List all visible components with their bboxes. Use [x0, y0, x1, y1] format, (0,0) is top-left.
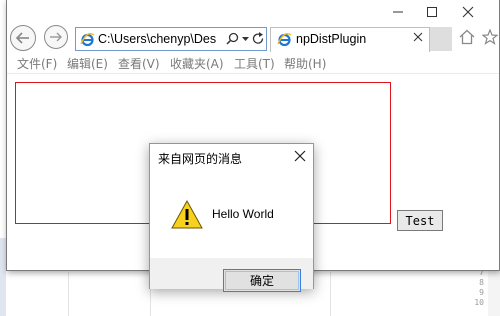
refresh-icon[interactable] [252, 32, 265, 46]
forward-arrow-icon [50, 32, 62, 42]
home-icon[interactable] [459, 29, 475, 45]
dialog-close-button[interactable] [292, 148, 308, 164]
forward-button[interactable] [44, 25, 68, 49]
ie-logo-icon [277, 32, 292, 47]
line-number: 9 [479, 288, 484, 297]
dialog-footer: 确定 [150, 258, 313, 292]
menu-file[interactable]: 文件(F) [17, 55, 57, 72]
menu-view[interactable]: 查看(V) [118, 55, 160, 72]
navigation-bar: C:\Users\chenyp\Des npDistPlugin [7, 24, 499, 52]
back-arrow-icon [15, 32, 29, 44]
warning-icon [171, 200, 203, 229]
test-button[interactable]: Test [397, 210, 443, 231]
ok-button[interactable]: 确定 [223, 269, 301, 292]
line-number: 8 [479, 278, 484, 287]
tab-close-button[interactable] [413, 31, 423, 46]
close-icon [462, 6, 474, 18]
minimize-icon [393, 11, 403, 13]
alert-dialog: 来自网页的消息 Hello World 确定 [149, 143, 314, 292]
minimize-button[interactable] [381, 0, 415, 24]
search-icon[interactable] [226, 32, 239, 46]
back-button[interactable] [10, 25, 36, 51]
new-tab-button[interactable] [430, 27, 452, 51]
dropdown-arrow-icon[interactable] [242, 37, 249, 42]
menu-tools[interactable]: 工具(T) [234, 55, 275, 72]
title-bar[interactable] [7, 0, 499, 24]
line-number: 10 [474, 298, 484, 307]
menu-bar: 文件(F) 编辑(E) 查看(V) 收藏夹(A) 工具(T) 帮助(H) [7, 53, 499, 73]
dialog-title: 来自网页的消息 [158, 152, 243, 166]
content-separator [7, 73, 499, 74]
browser-tab[interactable]: npDistPlugin [270, 27, 430, 52]
menu-help[interactable]: 帮助(H) [284, 55, 326, 72]
address-text[interactable]: C:\Users\chenyp\Des [98, 32, 216, 46]
close-icon [294, 150, 306, 162]
close-icon [413, 32, 423, 42]
background-divider [68, 272, 69, 316]
background-divider [330, 272, 331, 316]
maximize-icon [427, 7, 437, 17]
background-line-numbers: 7 8 9 10 [470, 268, 484, 308]
ie-logo-icon [80, 32, 95, 47]
dialog-message: Hello World [212, 207, 274, 221]
menu-edit[interactable]: 编辑(E) [67, 55, 108, 72]
menu-favorites[interactable]: 收藏夹(A) [170, 55, 224, 72]
maximize-button[interactable] [415, 0, 449, 24]
close-window-button[interactable] [451, 0, 485, 24]
star-icon[interactable] [482, 29, 498, 45]
address-bar[interactable]: C:\Users\chenyp\Des [75, 27, 267, 51]
tab-title: npDistPlugin [296, 32, 367, 46]
